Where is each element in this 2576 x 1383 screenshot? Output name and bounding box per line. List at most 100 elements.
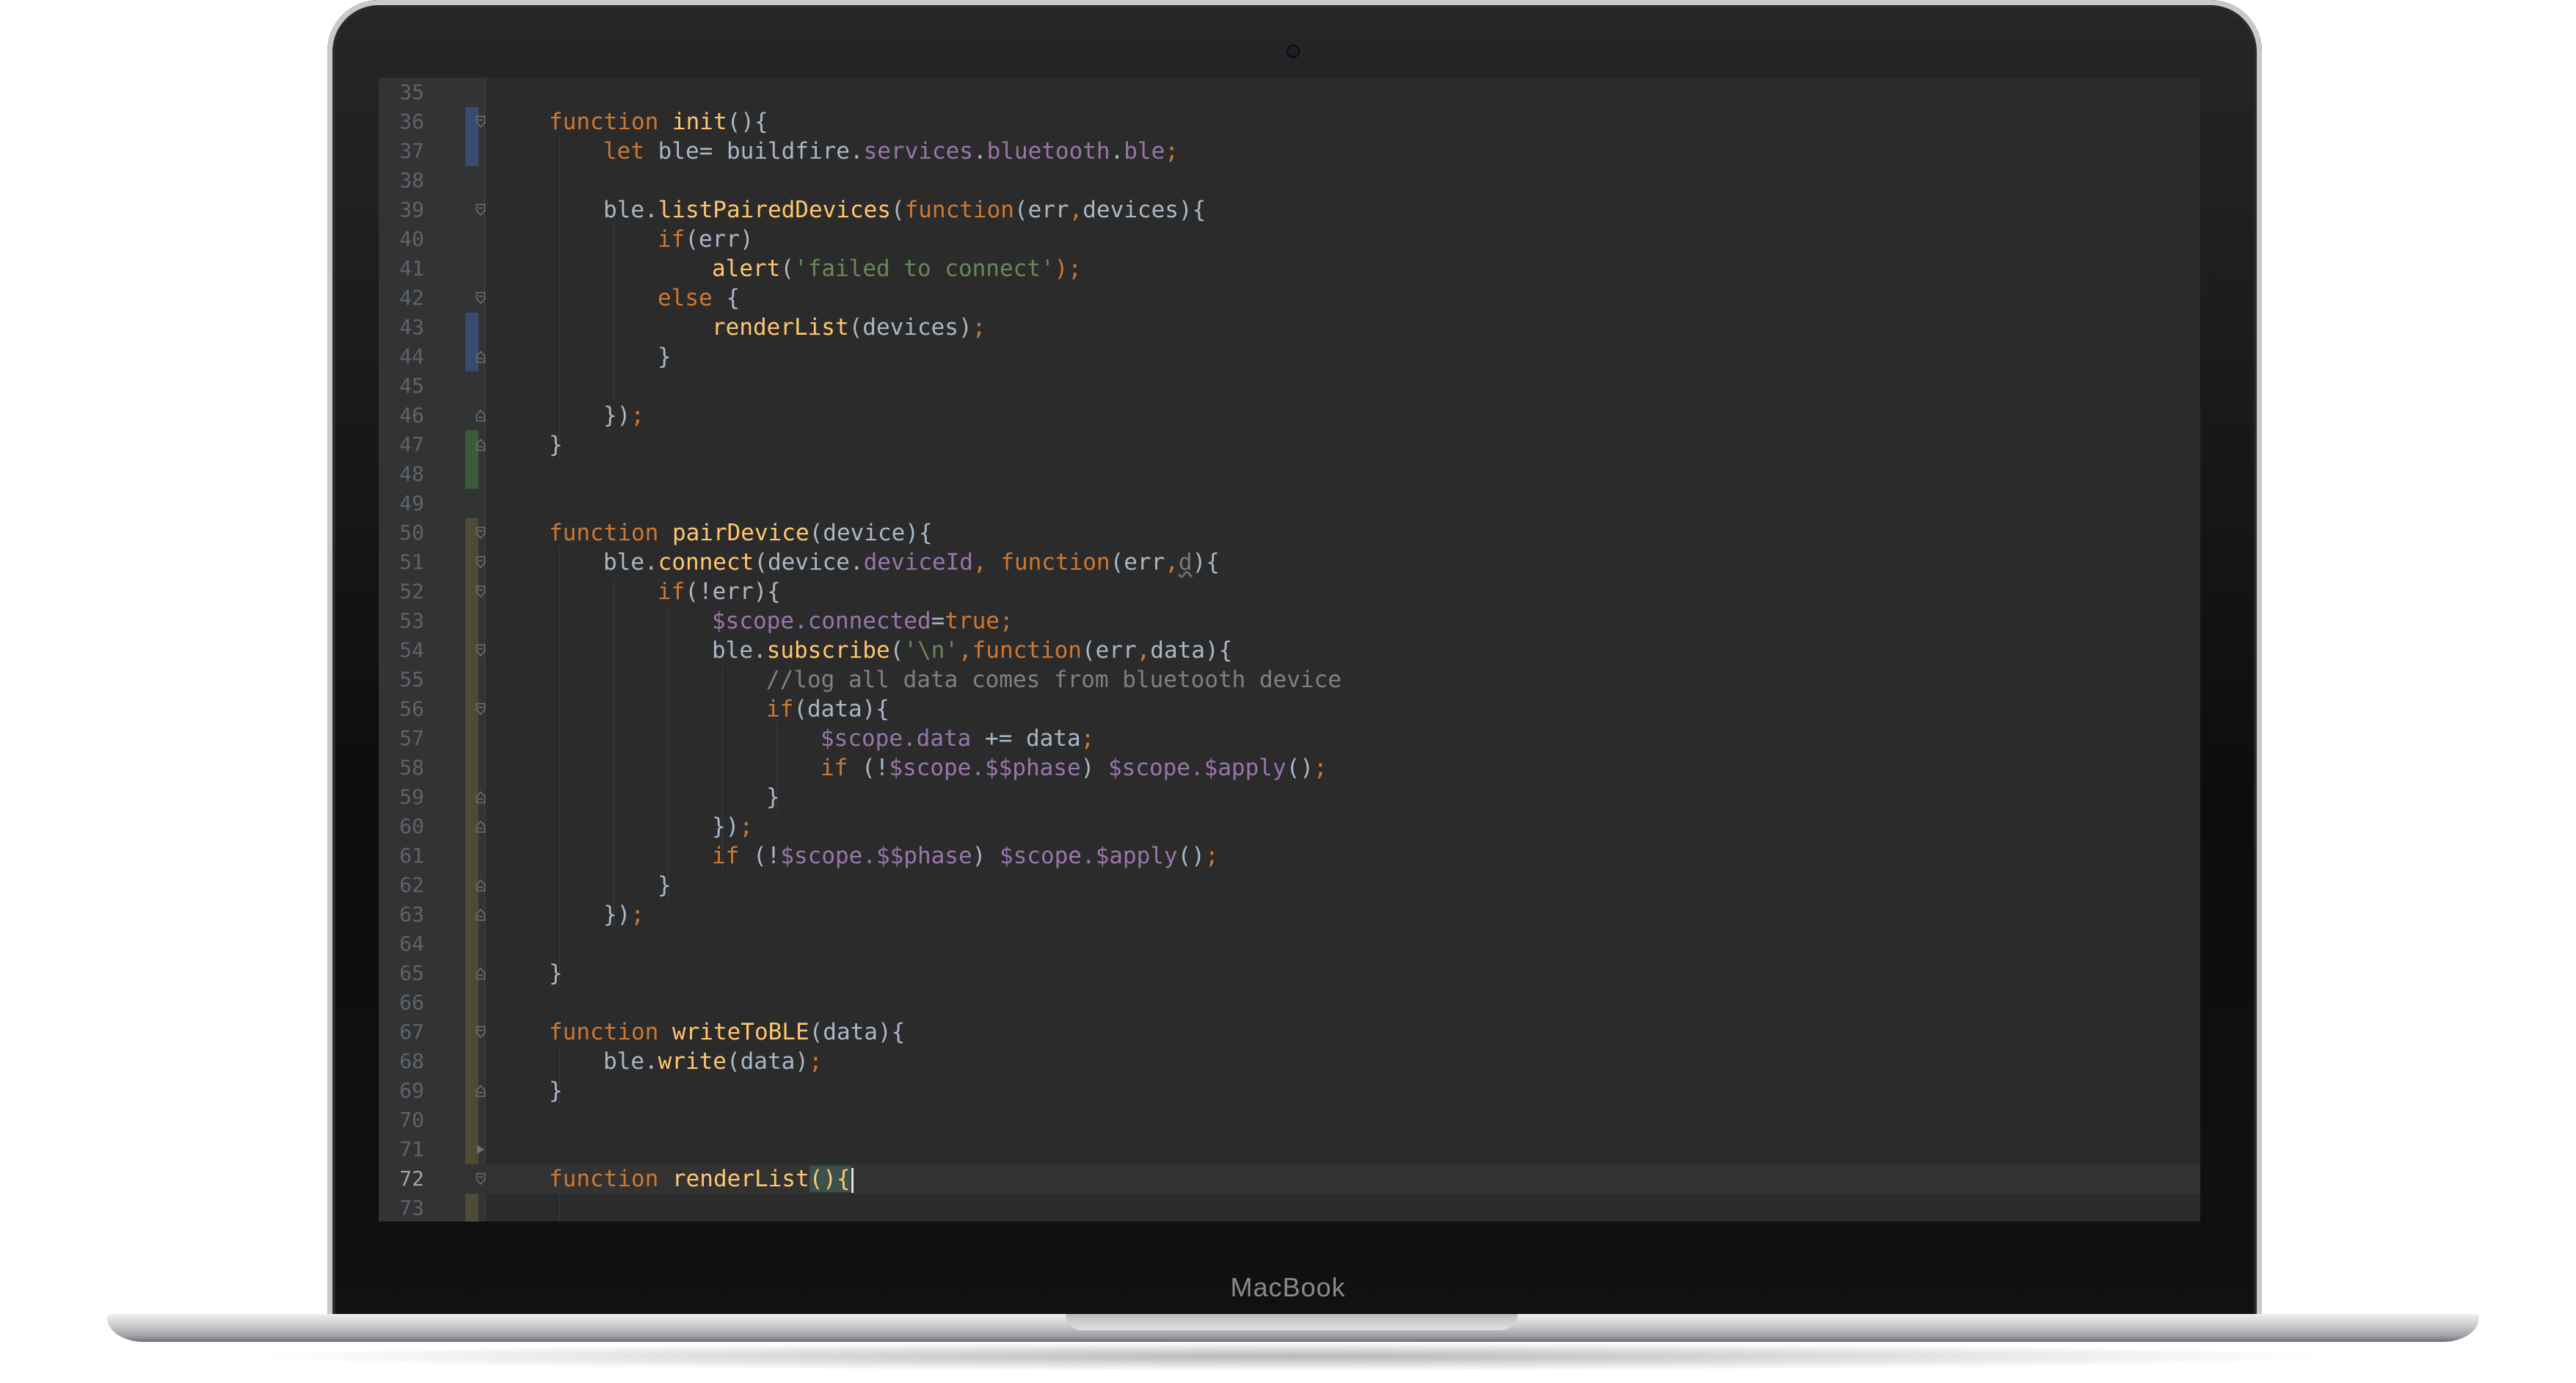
- code-text[interactable]: if(!err){: [658, 577, 781, 606]
- fold-end-icon[interactable]: [476, 438, 486, 451]
- code-text[interactable]: }: [766, 783, 780, 812]
- fold-collapse-icon[interactable]: [476, 703, 486, 716]
- code-line[interactable]: 37 let ble= buildfire.services.bluetooth.…: [379, 137, 2200, 166]
- code-text[interactable]: });: [712, 812, 753, 841]
- code-line[interactable]: 60});: [379, 812, 2200, 841]
- code-line[interactable]: 38: [379, 166, 2200, 195]
- code-text[interactable]: }: [549, 430, 563, 460]
- code-text[interactable]: if (!$scope.$$phase) $scope.$apply();: [821, 753, 1328, 783]
- line-number: 48: [399, 462, 424, 486]
- code-line[interactable]: 64: [379, 929, 2200, 959]
- code-line[interactable]: 51 ble.connect(device.deviceId, function(…: [379, 548, 2200, 577]
- code-line[interactable]: 35: [379, 78, 2200, 107]
- breakpoint-arrow-icon[interactable]: [476, 1143, 486, 1156]
- code-line[interactable]: 61 if (!$scope.$$phase) $scope.$apply();: [379, 841, 2200, 871]
- code-token: //log all data comes from bluetooth devi…: [766, 667, 1342, 693]
- code-line[interactable]: 70: [379, 1106, 2200, 1135]
- fold-end-icon[interactable]: [476, 791, 486, 804]
- code-line[interactable]: 62}: [379, 871, 2200, 900]
- code-text[interactable]: $scope.connected=true;: [712, 606, 1014, 636]
- fold-collapse-icon[interactable]: [476, 115, 486, 128]
- code-text[interactable]: alert('failed to connect');: [712, 254, 1082, 283]
- code-line[interactable]: 42 else {: [379, 283, 2200, 313]
- fold-collapse-icon[interactable]: [476, 556, 486, 569]
- code-text[interactable]: function renderList(){: [549, 1164, 854, 1194]
- code-text[interactable]: if(data){: [766, 694, 889, 724]
- fold-end-icon[interactable]: [476, 879, 486, 892]
- code-token: ;: [630, 402, 644, 429]
- code-line[interactable]: 48: [379, 460, 2200, 489]
- fold-end-icon[interactable]: [476, 1084, 486, 1097]
- code-line[interactable]: 55 //log all data comes from bluetooth de…: [379, 665, 2200, 694]
- fold-end-icon[interactable]: [476, 908, 486, 921]
- code-line[interactable]: 58 if (!$scope.$$phase) $scope.$apply();: [379, 753, 2200, 783]
- code-line[interactable]: 63});: [379, 900, 2200, 929]
- code-line[interactable]: 46});: [379, 401, 2200, 430]
- code-line[interactable]: 57 $scope.data += data;: [379, 724, 2200, 753]
- code-line[interactable]: 45: [379, 371, 2200, 401]
- code-token: (!: [862, 755, 889, 781]
- code-line[interactable]: 67 function writeToBLE(data){: [379, 1017, 2200, 1047]
- code-text[interactable]: $scope.data += data;: [821, 724, 1094, 753]
- code-line[interactable]: 71: [379, 1135, 2200, 1164]
- fold-end-icon[interactable]: [476, 967, 486, 980]
- fold-end-icon[interactable]: [476, 409, 486, 422]
- laptop-shadow: [235, 1342, 2348, 1371]
- code-text[interactable]: }: [658, 342, 672, 371]
- code-line[interactable]: 66: [379, 988, 2200, 1017]
- code-line[interactable]: 41 alert('failed to connect');: [379, 254, 2200, 283]
- code-line[interactable]: 53 $scope.connected=true;: [379, 606, 2200, 636]
- code-line[interactable]: 39 ble.listPairedDevices(function(err,dev…: [379, 195, 2200, 225]
- code-line[interactable]: 54 ble.subscribe('\n',function(err,data){: [379, 636, 2200, 665]
- code-text[interactable]: ble.listPairedDevices(function(err,devic…: [603, 195, 1206, 225]
- fold-collapse-icon[interactable]: [476, 585, 486, 598]
- code-line[interactable]: 56 if(data){: [379, 694, 2200, 724]
- code-line[interactable]: 72 function renderList(){: [379, 1164, 2200, 1194]
- code-text[interactable]: ble.subscribe('\n',function(err,data){: [712, 636, 1232, 665]
- code-line[interactable]: 47}: [379, 430, 2200, 460]
- code-text[interactable]: renderList(devices);: [712, 313, 986, 342]
- fold-collapse-icon[interactable]: [476, 203, 486, 217]
- code-line[interactable]: 59}: [379, 783, 2200, 812]
- code-line[interactable]: 43 renderList(devices);: [379, 313, 2200, 342]
- code-text[interactable]: ble.connect(device.deviceId, function(er…: [603, 548, 1220, 577]
- line-number: 59: [399, 785, 424, 809]
- code-text[interactable]: let ble= buildfire.services.bluetooth.bl…: [603, 137, 1179, 166]
- code-text[interactable]: //log all data comes from bluetooth devi…: [766, 665, 1342, 694]
- code-text[interactable]: }: [549, 959, 563, 988]
- code-text[interactable]: }: [549, 1076, 563, 1106]
- code-text[interactable]: });: [603, 401, 644, 430]
- fold-collapse-icon[interactable]: [476, 644, 486, 657]
- fold-end-icon[interactable]: [476, 350, 486, 363]
- code-line[interactable]: 73: [379, 1194, 2200, 1222]
- code-token: .: [1110, 138, 1124, 164]
- code-text[interactable]: function pairDevice(device){: [549, 518, 933, 548]
- fold-collapse-icon[interactable]: [476, 1172, 486, 1186]
- code-text[interactable]: function writeToBLE(data){: [549, 1017, 905, 1047]
- fold-collapse-icon[interactable]: [476, 1026, 486, 1039]
- code-line[interactable]: 68 ble.write(data);: [379, 1047, 2200, 1076]
- code-line[interactable]: 36 function init(){: [379, 107, 2200, 137]
- code-text[interactable]: function init(){: [549, 107, 768, 137]
- fold-collapse-icon[interactable]: [476, 291, 486, 305]
- code-line[interactable]: 40 if(err): [379, 225, 2200, 254]
- code-line[interactable]: 44}: [379, 342, 2200, 371]
- code-token: ;: [1165, 138, 1179, 164]
- code-text[interactable]: ble.write(data);: [603, 1047, 823, 1076]
- code-text[interactable]: });: [603, 900, 644, 929]
- code-line[interactable]: 50 function pairDevice(device){: [379, 518, 2200, 548]
- code-line[interactable]: 69}: [379, 1076, 2200, 1106]
- code-token: }: [549, 432, 563, 458]
- code-line[interactable]: 65}: [379, 959, 2200, 988]
- code-line[interactable]: 49: [379, 489, 2200, 518]
- fold-end-icon[interactable]: [476, 820, 486, 833]
- code-token: (): [1286, 755, 1314, 781]
- code-text[interactable]: if (!$scope.$$phase) $scope.$apply();: [712, 841, 1219, 871]
- code-text[interactable]: else {: [658, 283, 740, 313]
- code-text[interactable]: }: [658, 871, 672, 900]
- code-token: }): [603, 402, 631, 429]
- fold-collapse-icon[interactable]: [476, 526, 486, 540]
- code-text[interactable]: if(err): [658, 225, 754, 254]
- code-editor[interactable]: 35 36 function init(){37 let ble= buildfire…: [379, 78, 2200, 1222]
- code-line[interactable]: 52 if(!err){: [379, 577, 2200, 606]
